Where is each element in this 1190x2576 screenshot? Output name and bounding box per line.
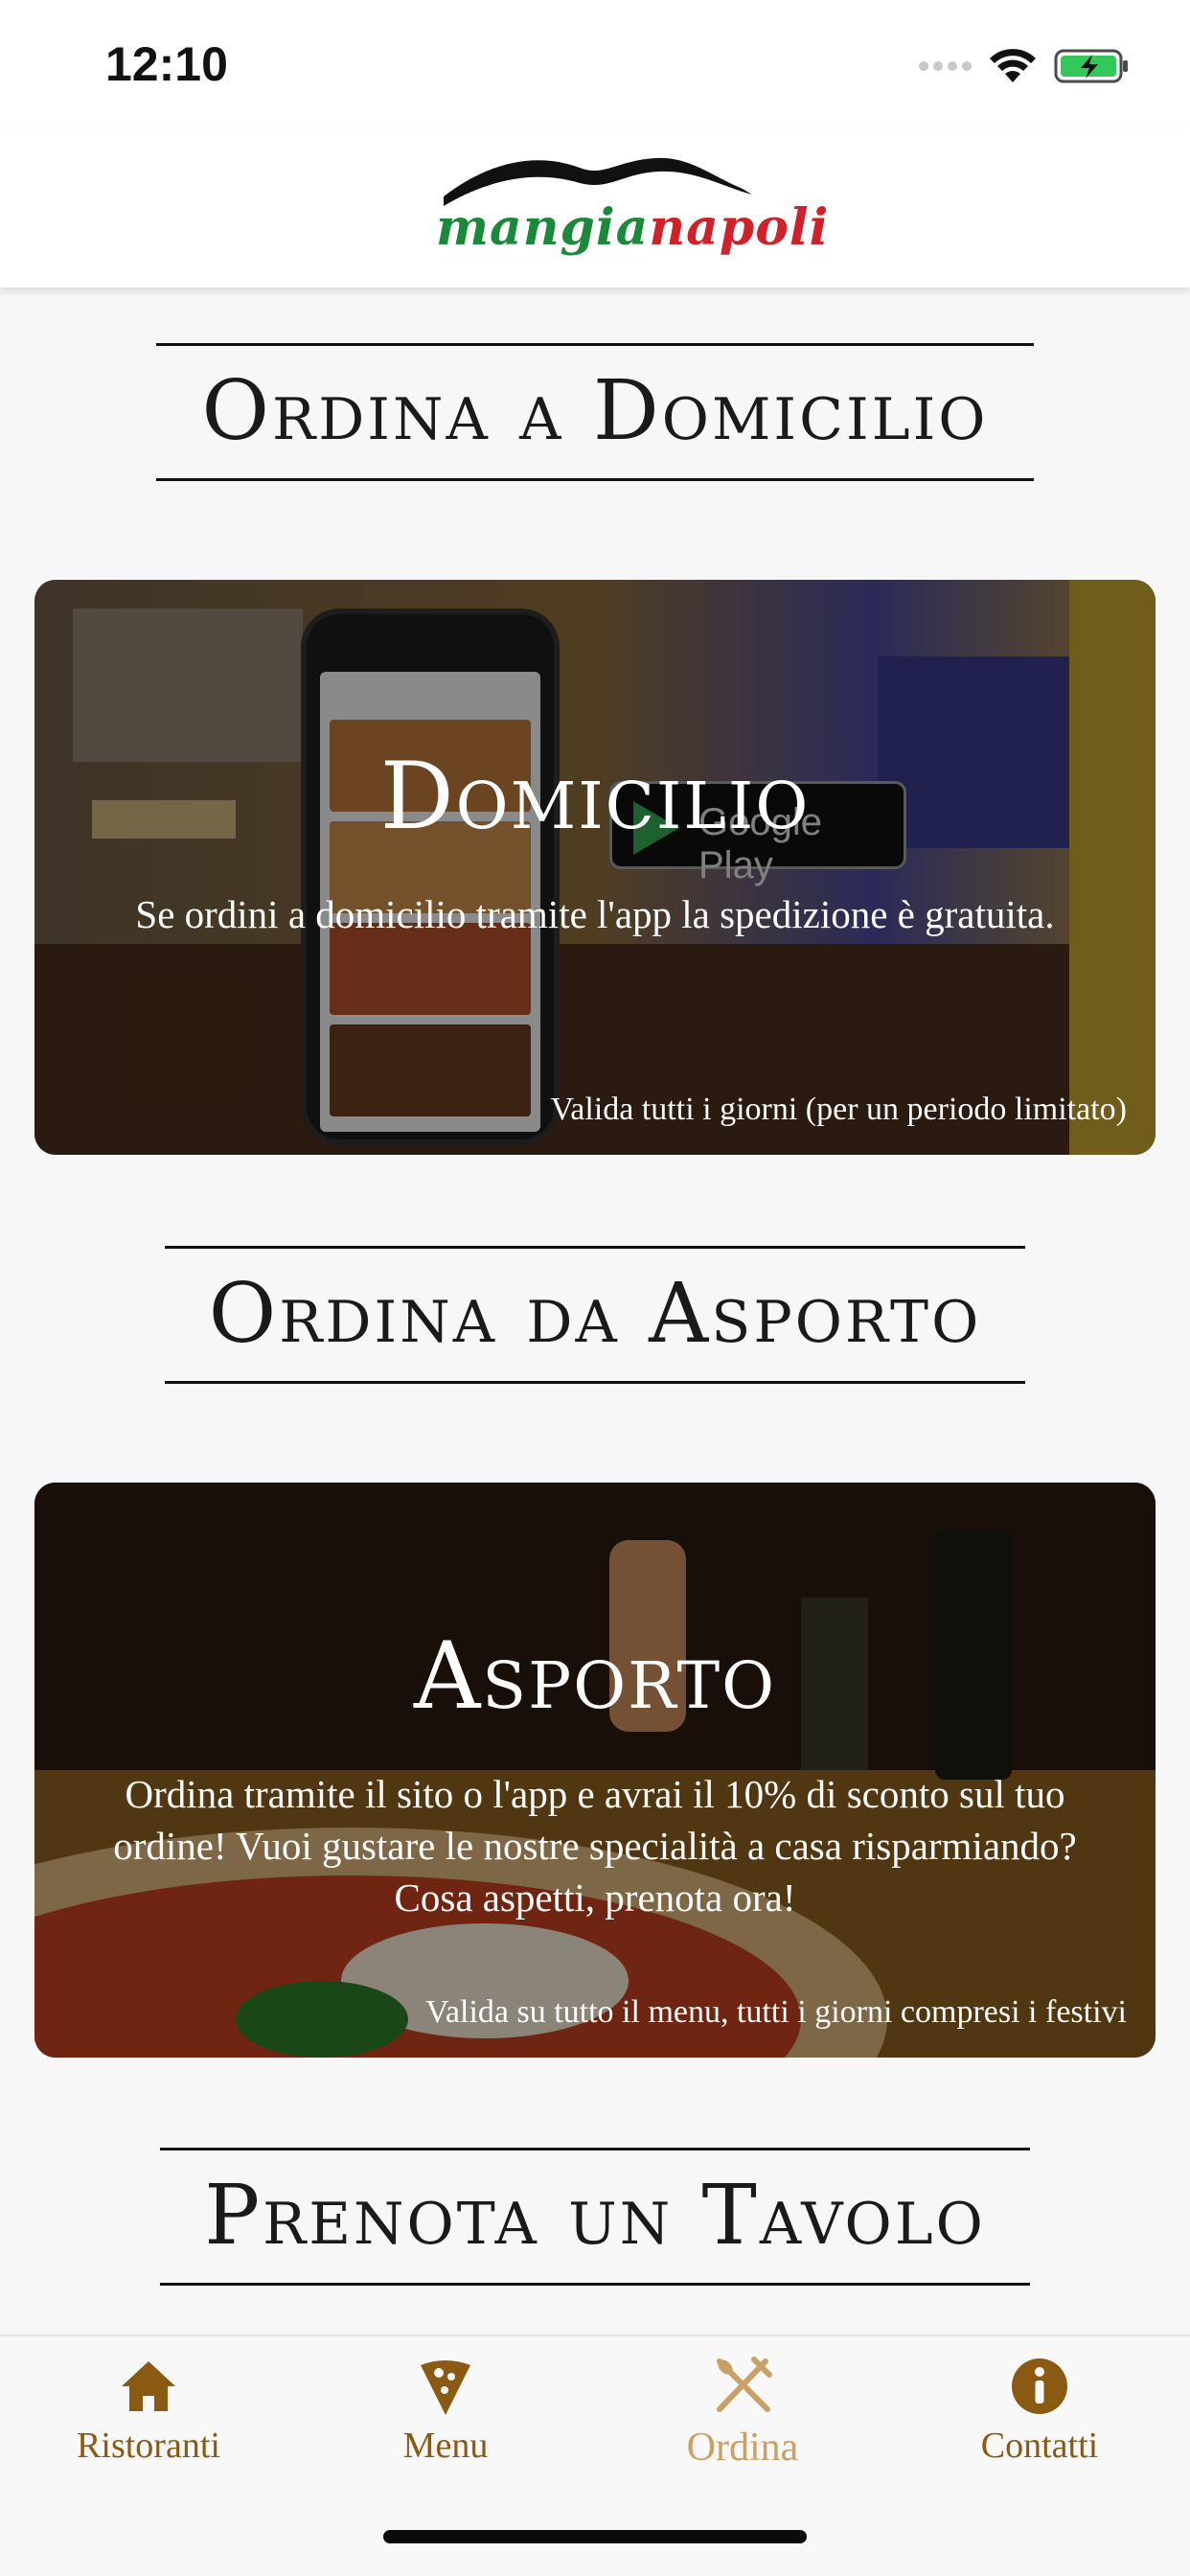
card-asporto[interactable]: Asporto Ordina tramite il sito o l'app e… xyxy=(34,1483,1156,2058)
section-heading-domicilio: Ordina a Domicilio xyxy=(0,343,1190,481)
tab-label: Ristoranti xyxy=(77,2426,220,2466)
logo-text: mangianapoli xyxy=(436,198,828,257)
home-icon xyxy=(122,2361,175,2411)
logo-text-mangia: mangia xyxy=(436,198,650,257)
tab-label: Ordina xyxy=(686,2426,799,2470)
card-validity-note: Valida tutti i giorni (per un periodo li… xyxy=(550,1092,1128,1127)
section-heading-asporto: Ordina da Asporto xyxy=(0,1246,1190,1384)
status-bar: 12:10 xyxy=(0,0,1190,125)
logo-text-napoli: napoli xyxy=(649,198,830,257)
tab-contatti[interactable]: Contatti xyxy=(891,2356,1188,2467)
tab-ristoranti[interactable]: Ristoranti xyxy=(0,2356,297,2467)
battery-charging-icon xyxy=(1054,49,1128,83)
cellular-signal-icon xyxy=(919,61,972,71)
section-title: Prenota un Tavolo xyxy=(204,2168,986,2264)
info-icon xyxy=(1012,2358,1067,2414)
tab-ordina[interactable]: Ordina xyxy=(594,2356,891,2471)
tab-label: Menu xyxy=(402,2426,489,2466)
section-title: Ordina da Asporto xyxy=(208,1266,982,1362)
section-heading-prenota: Prenota un Tavolo xyxy=(0,2148,1190,2286)
status-icons xyxy=(919,42,1131,90)
home-indicator[interactable] xyxy=(383,2530,807,2543)
card-validity-note: Valida su tutto il menu, tutti i giorni … xyxy=(425,1994,1127,2030)
status-time: 12:10 xyxy=(105,37,228,91)
fork-spoon-icon xyxy=(717,2357,772,2412)
card-description: Se ordini a domicilio tramite l'app la s… xyxy=(135,892,1055,936)
tab-menu[interactable]: Menu xyxy=(297,2356,594,2467)
pizza-slice-icon xyxy=(421,2360,470,2415)
card-title: Domicilio xyxy=(379,743,811,850)
tab-label: Contatti xyxy=(980,2426,1099,2466)
card-description: Ordina tramite il sito o l'app e avrai i… xyxy=(113,1772,1077,1920)
wifi-icon xyxy=(990,49,1036,82)
brand-logo[interactable]: mangianapoli xyxy=(436,149,828,268)
section-title: Ordina a Domicilio xyxy=(201,363,989,459)
card-title: Asporto xyxy=(413,1622,777,1730)
card-domicilio[interactable]: Google Play Domicilio Se ordini a domici… xyxy=(34,580,1156,1155)
app-header: mangianapoli xyxy=(0,125,1190,288)
